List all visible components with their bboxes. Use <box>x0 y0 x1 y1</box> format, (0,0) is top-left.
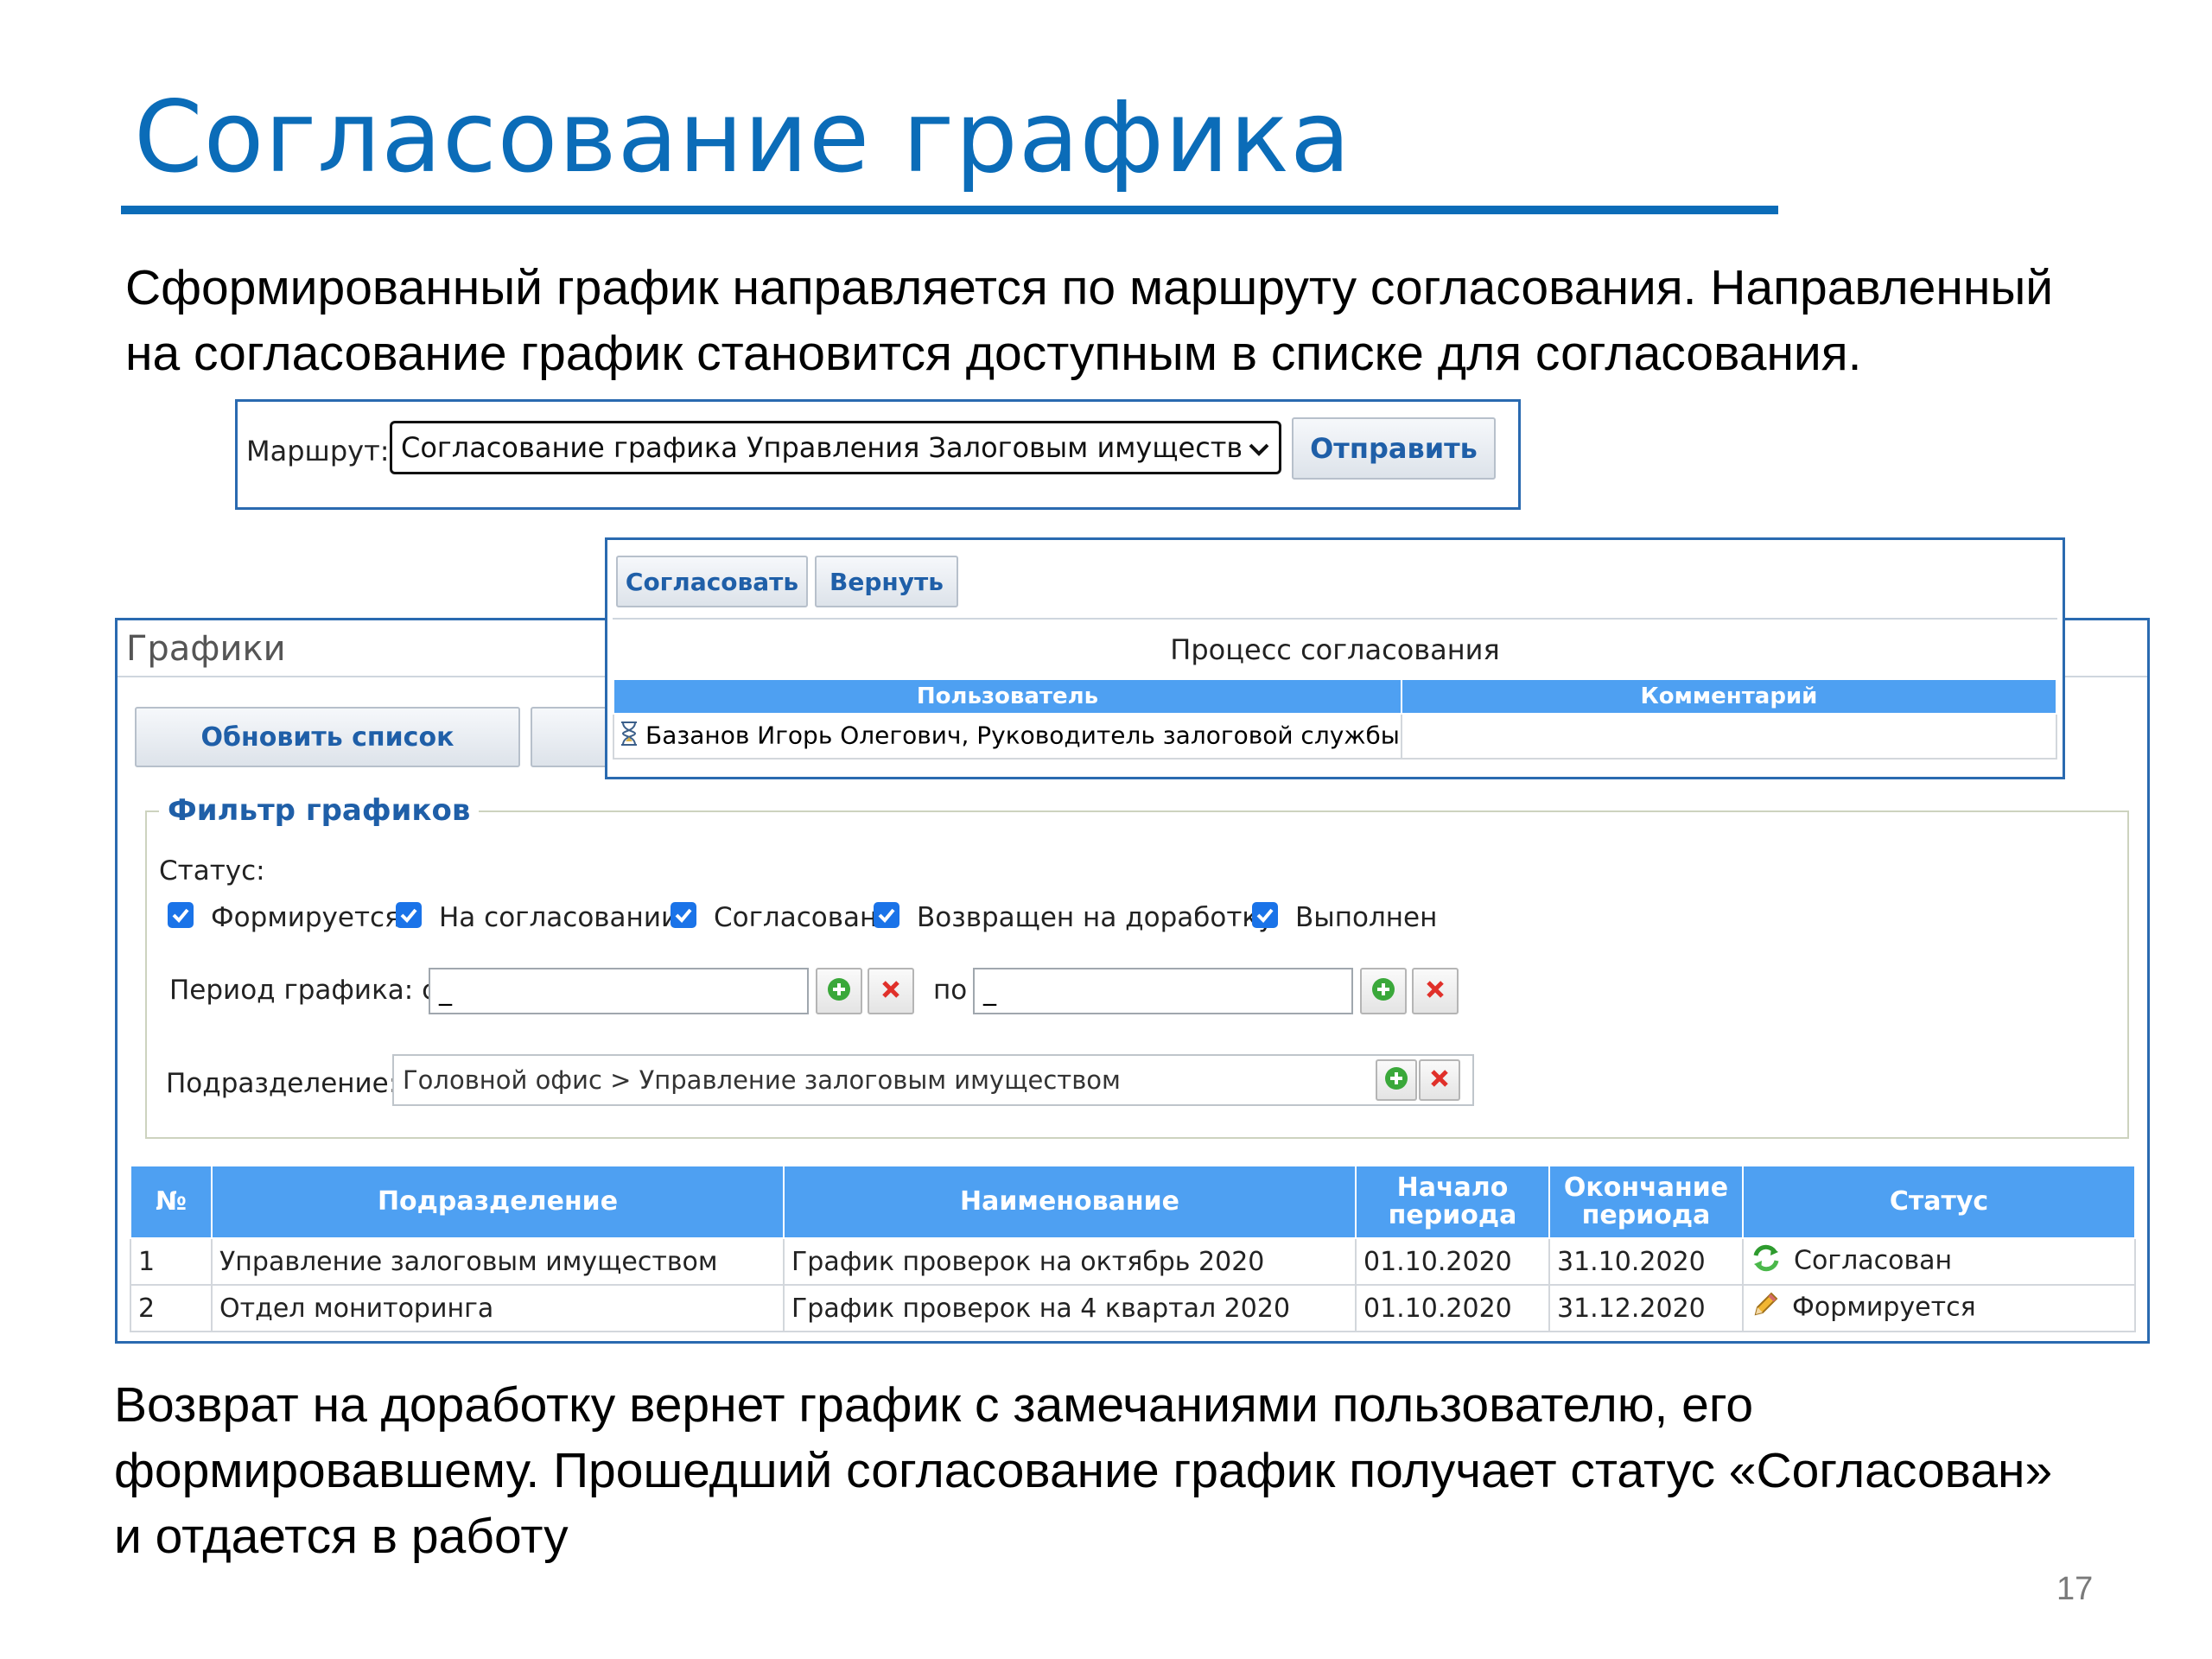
cell-status: Формируется <box>1742 1284 2136 1332</box>
route-select[interactable]: Согласование графика Управления Залоговы… <box>390 421 1281 474</box>
cell-status: Согласован <box>1742 1237 2136 1286</box>
close-icon <box>1424 978 1446 1004</box>
intro-line-2: на согласование график становится доступ… <box>125 326 1862 381</box>
status-text: Согласован <box>1794 1245 1953 1276</box>
list-item[interactable]: Базанов Игорь Олегович, Руководитель зал… <box>613 713 2058 760</box>
pencil-icon <box>1751 1290 1780 1326</box>
toolbar-divider <box>613 618 2057 620</box>
status-label-done: Выполнен <box>1295 902 1438 933</box>
schedules-table: № Подразделение Наименование Начало пери… <box>130 1165 2136 1332</box>
return-button[interactable]: Вернуть <box>815 556 958 607</box>
refresh-list-button[interactable]: Обновить список <box>135 707 520 767</box>
send-button[interactable]: Отправить <box>1292 417 1496 480</box>
cell-end: 31.12.2020 <box>1548 1284 1744 1332</box>
slide-title: Согласование графика <box>134 79 1351 194</box>
period-from-input[interactable]: _ <box>429 968 809 1014</box>
period-to-label: по <box>933 975 968 1006</box>
period-to-clear-button[interactable] <box>1412 968 1459 1014</box>
cell-division: Управление залоговым имуществом <box>211 1237 785 1286</box>
approval-table: Пользователь Комментарий Базанов Игорь О… <box>613 678 2058 760</box>
division-label: Подразделение: <box>166 1068 398 1099</box>
cell-name: График проверок на 4 квартал 2020 <box>783 1284 1357 1332</box>
period-to-value: _ <box>983 976 996 1007</box>
cell-division: Отдел мониторинга <box>211 1284 785 1332</box>
table-header-row: № Подразделение Наименование Начало пери… <box>130 1165 2136 1239</box>
division-add-button[interactable] <box>1376 1059 1417 1101</box>
status-checkbox-approved[interactable] <box>671 902 696 928</box>
status-checkbox-pending[interactable] <box>396 902 422 928</box>
cell-user: Базанов Игорь Олегович, Руководитель зал… <box>613 713 1402 760</box>
refresh-icon <box>1751 1243 1782 1280</box>
plus-icon <box>1383 1065 1409 1095</box>
cell-start: 01.10.2020 <box>1355 1237 1550 1286</box>
period-label: Период графика: с <box>169 975 437 1006</box>
close-icon <box>1428 1067 1451 1093</box>
intro-paragraph: Сформированный график направляется по ма… <box>125 255 2053 386</box>
cell-name: График проверок на октябрь 2020 <box>783 1237 1357 1286</box>
status-checkbox-forming[interactable] <box>168 902 194 928</box>
cell-start: 01.10.2020 <box>1355 1284 1550 1332</box>
outro-line-3: и отдается в работу <box>114 1509 569 1564</box>
column-header-number[interactable]: № <box>130 1165 213 1239</box>
status-label-returned: Возвращен на доработку <box>917 902 1274 933</box>
plus-icon <box>1370 976 1396 1006</box>
period-from-value: _ <box>439 976 452 1007</box>
table-row[interactable]: 2 Отдел мониторинга График проверок на 4… <box>130 1284 2136 1332</box>
close-icon <box>880 978 902 1004</box>
chevron-down-icon <box>1248 431 1270 464</box>
period-to-add-button[interactable] <box>1360 968 1407 1014</box>
column-header-comment[interactable]: Комментарий <box>1400 678 2058 715</box>
route-label: Маршрут: <box>246 435 390 467</box>
status-label-pending: На согласовании <box>439 902 679 933</box>
intro-line-1: Сформированный график направляется по ма… <box>125 260 2054 315</box>
column-header-division[interactable]: Подразделение <box>211 1165 785 1239</box>
division-clear-button[interactable] <box>1419 1059 1460 1101</box>
route-select-value: Согласование графика Управления Залоговы… <box>401 431 1241 464</box>
table-row[interactable]: 1 Управление залоговым имуществом График… <box>130 1237 2136 1286</box>
page-number: 17 <box>2056 1571 2094 1607</box>
filter-legend: Фильтр графиков <box>159 793 480 828</box>
plus-icon <box>826 976 852 1006</box>
outro-line-2: формировавшему. Прошедший согласование г… <box>114 1443 2053 1498</box>
outro-paragraph: Возврат на доработку вернет график с зам… <box>114 1372 2052 1569</box>
column-header-name[interactable]: Наименование <box>783 1165 1357 1239</box>
column-header-start[interactable]: Начало периода <box>1355 1165 1550 1239</box>
status-label: Статус: <box>159 855 265 887</box>
approve-button[interactable]: Согласовать <box>616 556 808 607</box>
cell-comment <box>1400 713 2058 760</box>
division-value: Головной офис > Управление залоговым иму… <box>403 1065 1121 1095</box>
hourglass-icon <box>620 721 639 753</box>
division-field[interactable]: Головной офис > Управление залоговым иму… <box>392 1054 1474 1106</box>
status-checkbox-done[interactable] <box>1252 902 1278 928</box>
period-from-add-button[interactable] <box>816 968 862 1014</box>
cell-number: 1 <box>130 1237 213 1286</box>
status-checkbox-returned[interactable] <box>874 902 899 928</box>
period-to-input[interactable]: _ <box>973 968 1353 1014</box>
approval-process-title: Процесс согласования <box>1170 633 1500 666</box>
schedules-title: Графики <box>126 629 286 669</box>
approval-header-row: Пользователь Комментарий <box>613 678 2058 715</box>
route-panel: Маршрут: Согласование графика Управления… <box>235 399 1521 510</box>
period-from-clear-button[interactable] <box>868 968 914 1014</box>
outro-line-1: Возврат на доработку вернет график с зам… <box>114 1377 1754 1433</box>
approval-panel: Согласовать Вернуть Процесс согласования… <box>605 537 2065 779</box>
status-text: Формируется <box>1792 1292 1976 1323</box>
user-name: Базанов Игорь Олегович, Руководитель зал… <box>645 721 1400 749</box>
title-underline <box>121 206 1778 214</box>
cell-end: 31.10.2020 <box>1548 1237 1744 1286</box>
status-label-approved: Согласован <box>714 902 878 933</box>
column-header-status[interactable]: Статус <box>1742 1165 2136 1239</box>
column-header-user[interactable]: Пользователь <box>613 678 1402 715</box>
cell-number: 2 <box>130 1284 213 1332</box>
status-label-forming: Формируется <box>211 902 401 933</box>
column-header-end[interactable]: Окончание периода <box>1548 1165 1744 1239</box>
